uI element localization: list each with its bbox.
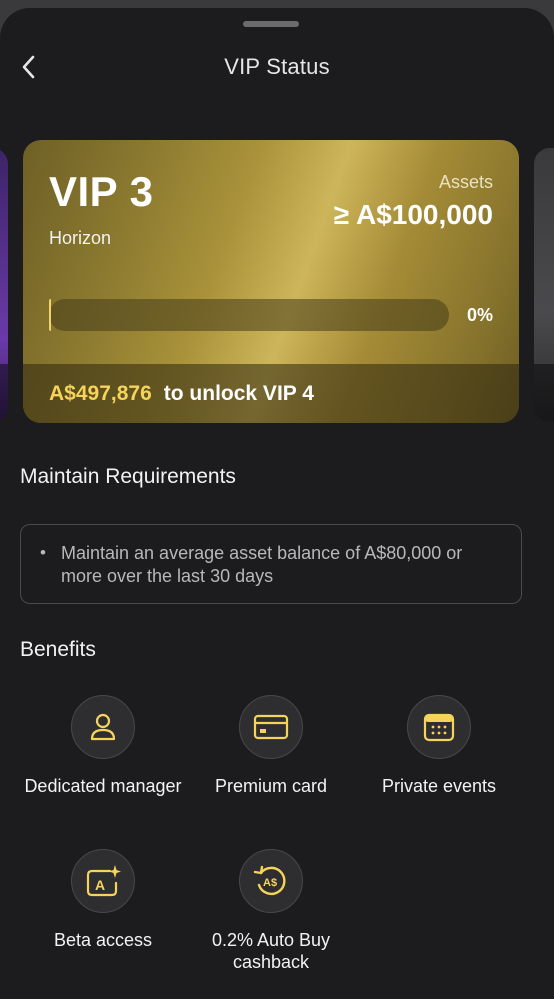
benefit-beta-access[interactable]: A Beta access — [19, 849, 187, 951]
benefit-label: 0.2% Auto Buy cashback — [211, 930, 331, 972]
vip-level: VIP 3 — [49, 168, 154, 215]
progress-bar — [49, 299, 449, 331]
svg-text:A: A — [95, 877, 105, 893]
vip-tier-name: Horizon — [49, 228, 112, 248]
benefit-label: Premium card — [214, 776, 328, 796]
previous-vip-card[interactable] — [0, 148, 8, 422]
page-title: VIP Status — [224, 54, 330, 79]
progress-percent: 0% — [466, 305, 493, 325]
unlock-amount: A$497,876 — [49, 381, 152, 405]
vip-card[interactable]: VIP 3 Horizon Assets ≥ A$100,000 0% A$49… — [23, 140, 519, 423]
cashback-icon: A$ — [239, 849, 303, 913]
card-icon — [239, 695, 303, 759]
benefit-premium-card[interactable]: Premium card — [187, 695, 355, 797]
next-vip-card[interactable] — [534, 148, 554, 422]
benefit-auto-buy-cashback[interactable]: A$ 0.2% Auto Buy cashback — [187, 849, 355, 973]
beta-sparkle-icon: A — [71, 849, 135, 913]
assets-threshold: ≥ A$100,000 — [333, 199, 493, 230]
user-icon — [71, 695, 135, 759]
requirement-item: Maintain an average asset balance of A$8… — [61, 543, 463, 586]
requirements-box: • Maintain an average asset balance of A… — [20, 524, 522, 604]
sheet-grabber[interactable] — [243, 21, 299, 27]
bullet-icon: • — [40, 543, 46, 562]
benefit-label: Beta access — [53, 930, 153, 950]
benefit-label: Dedicated manager — [24, 776, 182, 796]
svg-text:A$: A$ — [263, 877, 277, 889]
benefit-private-events[interactable]: Private events — [355, 695, 523, 797]
unlock-text: to unlock VIP 4 — [163, 381, 314, 405]
maintain-requirements-title: Maintain Requirements — [20, 465, 236, 488]
progress-fill — [49, 299, 51, 331]
vip-status-sheet: VIP Status VIP 3 Horizon Assets ≥ A$100,… — [0, 8, 554, 999]
unlock-strip: A$497,876 to unlock VIP 4 — [23, 364, 519, 423]
assets-label: Assets — [438, 172, 493, 192]
benefit-dedicated-manager[interactable]: Dedicated manager — [19, 695, 187, 797]
benefit-label: Private events — [381, 776, 497, 796]
calendar-icon — [407, 695, 471, 759]
benefits-title: Benefits — [20, 638, 96, 661]
